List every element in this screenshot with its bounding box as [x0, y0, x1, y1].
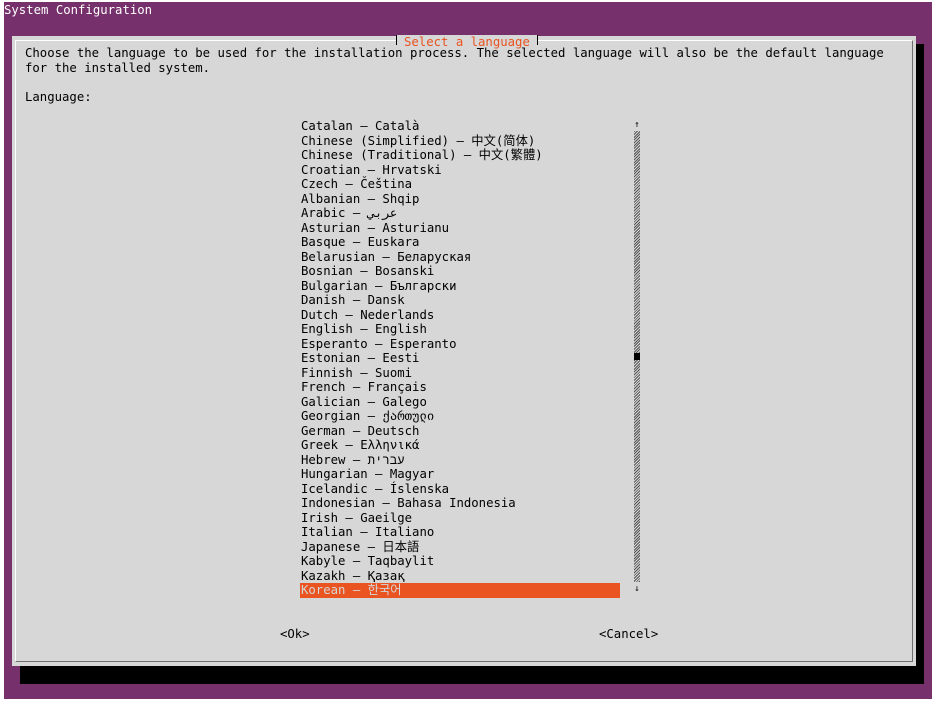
language-item[interactable]: Asturian – Asturianu — [300, 221, 620, 236]
terminal-screen: System Configuration Select a language C… — [0, 0, 940, 704]
language-item[interactable]: Albanian – Shqip — [300, 192, 620, 207]
language-item[interactable]: Icelandic – Íslenska — [300, 482, 620, 497]
language-item[interactable]: Irish – Gaeilge — [300, 511, 620, 526]
language-item[interactable]: Danish – Dansk — [300, 293, 620, 308]
language-item[interactable]: Italian – Italiano — [300, 525, 620, 540]
language-item[interactable]: Kazakh – Қазақ — [300, 569, 620, 584]
language-item[interactable]: French – Français — [300, 380, 620, 395]
language-item[interactable]: Esperanto – Esperanto — [300, 337, 620, 352]
language-item[interactable]: Estonian – Eesti — [300, 351, 620, 366]
language-item[interactable]: Japanese – 日本語 — [300, 540, 620, 555]
language-item[interactable]: English – English — [300, 322, 620, 337]
language-item[interactable]: Hungarian – Magyar — [300, 467, 620, 482]
language-item[interactable]: Catalan – Català — [300, 119, 620, 134]
language-item[interactable]: Georgian – ქართული — [300, 409, 620, 424]
language-item[interactable]: Galician – Galego — [300, 395, 620, 410]
language-item[interactable]: Indonesian – Bahasa Indonesia — [300, 496, 620, 511]
language-item[interactable]: Greek – Ελληνικά — [300, 438, 620, 453]
language-item[interactable]: Belarusian – Беларуская — [300, 250, 620, 265]
language-item[interactable]: Croatian – Hrvatski — [300, 163, 620, 178]
window-title: System Configuration — [4, 3, 153, 17]
language-item[interactable]: Chinese (Traditional) – 中文(繁體) — [300, 148, 620, 163]
scroll-up-icon[interactable]: ↑ — [633, 120, 641, 130]
language-item[interactable]: Finnish – Suomi — [300, 366, 620, 381]
scrollbar-thumb[interactable] — [634, 353, 640, 360]
language-item[interactable]: Kabyle – Taqbaylit — [300, 554, 620, 569]
language-item[interactable]: Bosnian – Bosanski — [300, 264, 620, 279]
language-item[interactable]: Arabic – عربي — [300, 206, 620, 221]
cancel-button[interactable]: <Cancel> — [599, 627, 658, 641]
scroll-down-icon[interactable]: ↓ — [633, 584, 641, 594]
ok-button[interactable]: <Ok> — [280, 627, 310, 641]
language-item[interactable]: Bulgarian – Български — [300, 279, 620, 294]
language-item[interactable]: Chinese (Simplified) – 中文(简体) — [300, 134, 620, 149]
language-list[interactable]: Catalan – Català Chinese (Simplified) – 中… — [300, 119, 620, 598]
dialog-description: Choose the language to be used for the i… — [25, 46, 892, 75]
language-item[interactable]: German – Deutsch — [300, 424, 620, 439]
language-dialog: Select a language Choose the language to… — [12, 35, 916, 666]
language-item[interactable]: Dutch – Nederlands — [300, 308, 620, 323]
language-label: Language: — [25, 90, 92, 104]
language-item[interactable]: Czech – Čeština — [300, 177, 620, 192]
language-item[interactable]: Hebrew – עברית — [300, 453, 620, 468]
language-item-selected[interactable]: Korean – 한국어 — [300, 583, 620, 598]
language-item[interactable]: Basque – Euskara — [300, 235, 620, 250]
